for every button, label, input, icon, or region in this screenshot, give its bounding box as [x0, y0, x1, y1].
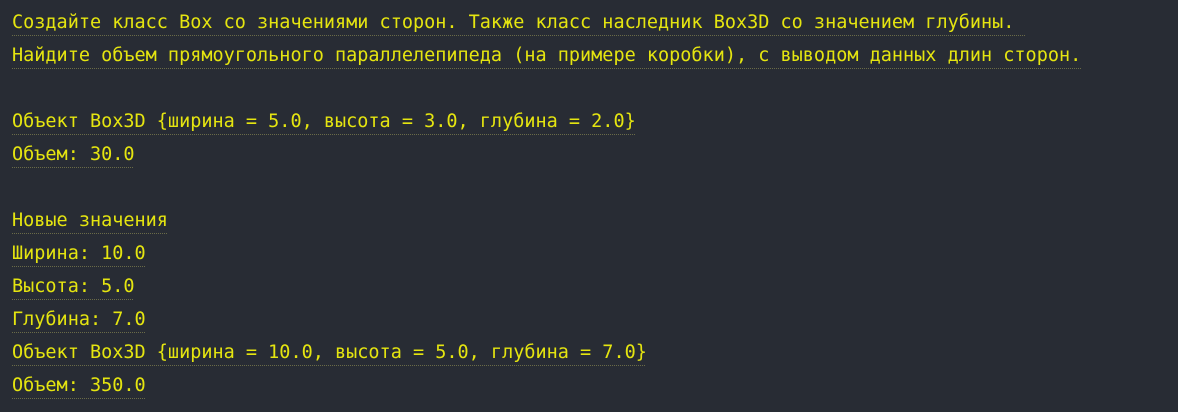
- console-line-new-values-heading: Новые значения: [12, 210, 168, 231]
- console-line-volume-initial: Объем: 30.0: [12, 144, 135, 165]
- console-output: Создайте класс Box со значениями сторон.…: [0, 0, 1178, 412]
- console-line-volume-updated: Объем: 350.0: [12, 375, 146, 396]
- console-line-width: Ширина: 10.0: [12, 243, 146, 264]
- console-line-task-2: Найдите объем прямоугольного параллелепи…: [12, 45, 1082, 66]
- console-line-depth: Глубина: 7.0: [12, 309, 146, 330]
- console-line-height: Высота: 5.0: [12, 276, 135, 297]
- console-line-box3d-updated: Объект Box3D {ширина = 10.0, высота = 5.…: [12, 342, 647, 363]
- console-line-box3d-initial: Объект Box3D {ширина = 5.0, высота = 3.0…: [12, 111, 636, 132]
- console-line-task-1: Создайте класс Box со значениями сторон.…: [12, 12, 1026, 33]
